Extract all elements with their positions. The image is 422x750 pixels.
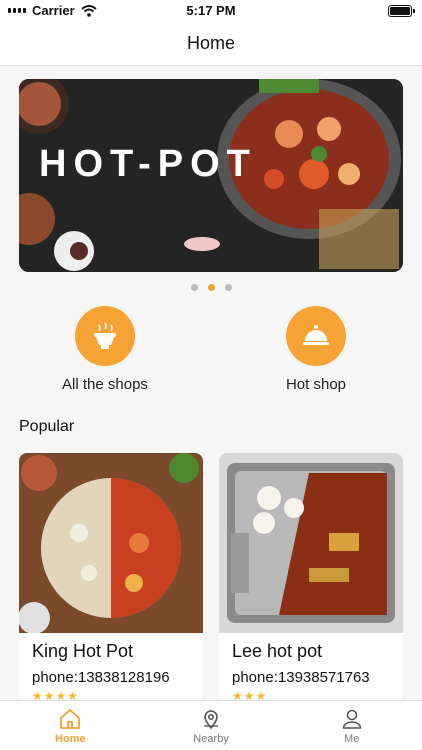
- home-icon: [60, 709, 81, 729]
- cloche-icon: [286, 306, 346, 366]
- tab-label: Home: [55, 733, 86, 745]
- category-all-shops[interactable]: All the shops: [45, 306, 165, 393]
- shop-card[interactable]: King Hot Pot phone:13838128196 ★★★★: [19, 453, 203, 703]
- status-time: 5:17 PM: [186, 3, 236, 18]
- carousel-indicator[interactable]: [0, 284, 422, 291]
- carousel-dot[interactable]: [190, 284, 198, 291]
- shop-image: [19, 453, 203, 633]
- shop-name: Lee hot pot: [232, 641, 323, 661]
- carousel-dot[interactable]: [207, 284, 215, 291]
- category-hot-shop[interactable]: Hot shop: [256, 306, 376, 393]
- category-label: All the shops: [62, 376, 148, 393]
- banner-carousel[interactable]: HOT-POT: [19, 79, 403, 272]
- hotpot-icon: [75, 306, 135, 366]
- battery-icon: [388, 5, 415, 17]
- carousel-dot[interactable]: [224, 284, 232, 291]
- tab-label: Nearby: [193, 733, 229, 745]
- shop-name: King Hot Pot: [32, 641, 134, 661]
- tab-home[interactable]: Home: [0, 701, 141, 750]
- tab-bar: Home Nearby Me: [0, 700, 422, 750]
- shop-image: [219, 453, 403, 633]
- tab-label: Me: [344, 733, 360, 745]
- tab-me[interactable]: Me: [281, 701, 422, 750]
- page-title: Home: [186, 33, 235, 53]
- user-icon: [342, 709, 361, 729]
- shop-card[interactable]: Lee hot pot phone:13938571763 ★★★: [219, 453, 403, 703]
- popular-section-title: Popular: [19, 418, 75, 435]
- nav-bar: Home: [0, 22, 422, 66]
- banner-title: HOT-POT: [39, 143, 257, 185]
- tab-nearby[interactable]: Nearby: [141, 701, 282, 750]
- shop-phone: phone:13838128196: [32, 669, 170, 686]
- shop-phone: phone:13938571763: [232, 669, 370, 686]
- location-pin-icon: [204, 710, 218, 730]
- status-bar: Carrier 5:17 PM: [0, 0, 422, 22]
- category-label: Hot shop: [285, 376, 347, 393]
